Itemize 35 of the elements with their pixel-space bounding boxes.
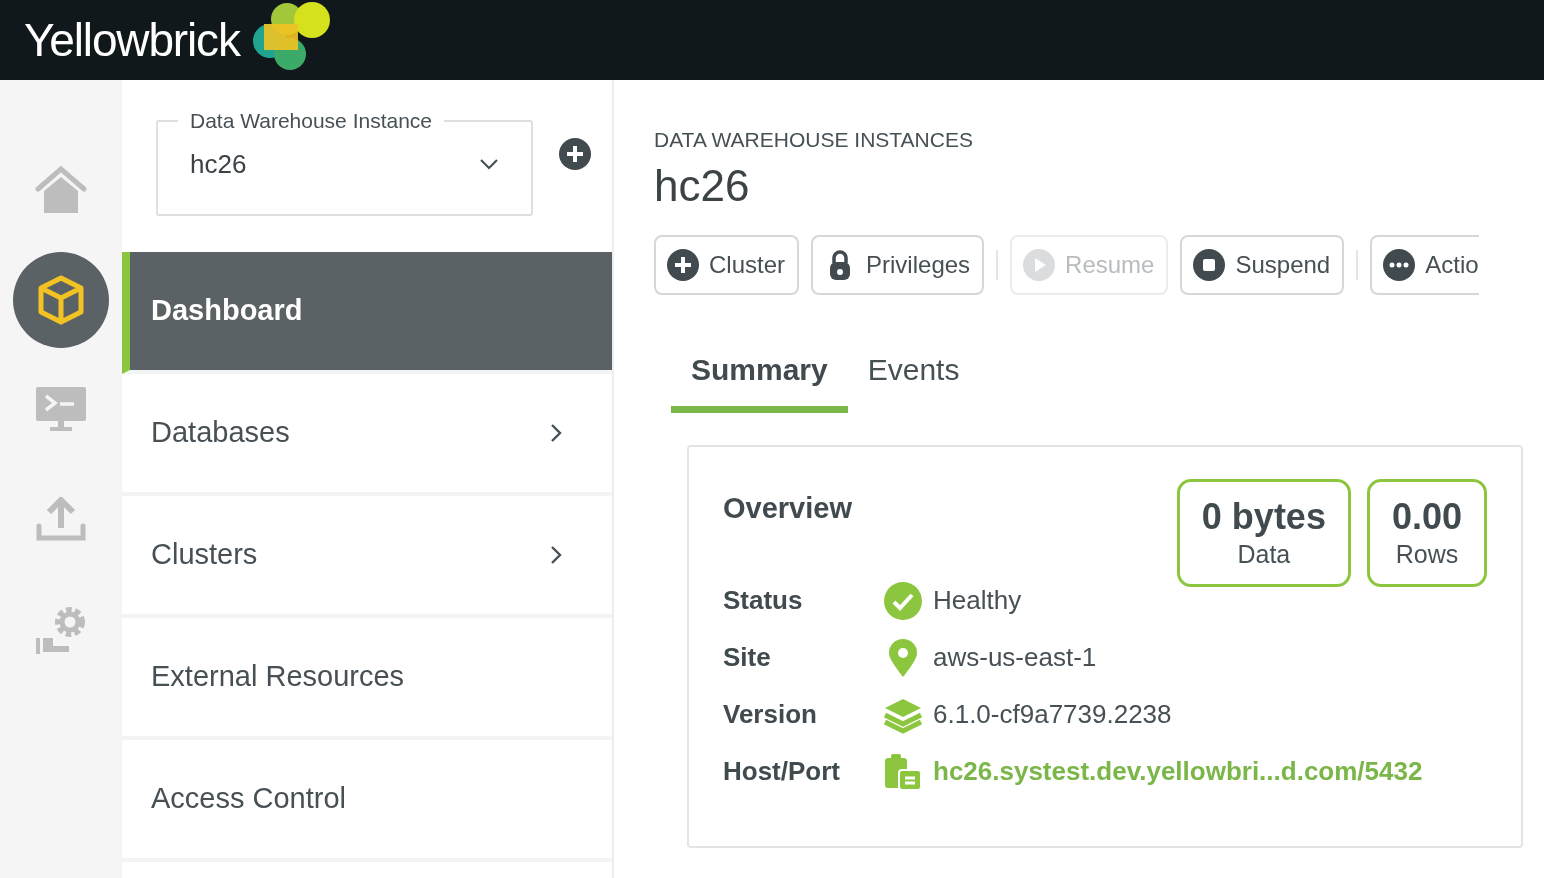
action-button[interactable]: Cluster: [654, 234, 800, 295]
terminal-icon: [36, 387, 86, 433]
add-icon: [558, 137, 592, 171]
more-icon: [1383, 248, 1416, 281]
stat-value: 0 bytes: [1201, 495, 1326, 540]
tab[interactable]: Events: [847, 346, 980, 413]
gear-hand-icon: [36, 606, 86, 654]
field-label: Status: [723, 584, 804, 617]
card-title: Overview: [723, 490, 852, 526]
clipboard-icon: [883, 751, 923, 792]
action-button[interactable]: Suspend: [1180, 234, 1345, 295]
stat-label: Data: [1237, 539, 1291, 571]
field-label: Site: [723, 641, 772, 674]
field-value: Healthy: [933, 584, 1022, 617]
field-value: aws-us-east-1: [933, 641, 1097, 674]
stop-icon: [1193, 248, 1226, 281]
breadcrumb: DATA WAREHOUSE INSTANCES: [654, 127, 974, 153]
field-value: 6.1.0-cf9a7739.2238: [933, 698, 1172, 731]
play-icon: [1023, 248, 1056, 281]
action-button[interactable]: Actio: [1370, 234, 1479, 295]
stat-label: Rows: [1395, 539, 1459, 571]
stat-value: 0.00: [1391, 495, 1462, 540]
add-instance-button[interactable]: [558, 137, 592, 171]
action-button[interactable]: Privileges: [811, 234, 985, 295]
page-title: hc26: [654, 159, 751, 212]
nav-item[interactable]: Dashboard: [122, 252, 612, 374]
home-icon: [35, 165, 87, 215]
field-label: Host/Port: [723, 755, 841, 788]
check-circle-icon: [883, 580, 923, 621]
field-label: Version: [723, 698, 818, 731]
upload-icon: [36, 496, 86, 544]
tab[interactable]: Summary: [671, 346, 848, 413]
add-icon: [667, 248, 699, 281]
chevron-down-icon: [479, 158, 499, 170]
logo-text: Yellowbrick: [24, 12, 240, 68]
